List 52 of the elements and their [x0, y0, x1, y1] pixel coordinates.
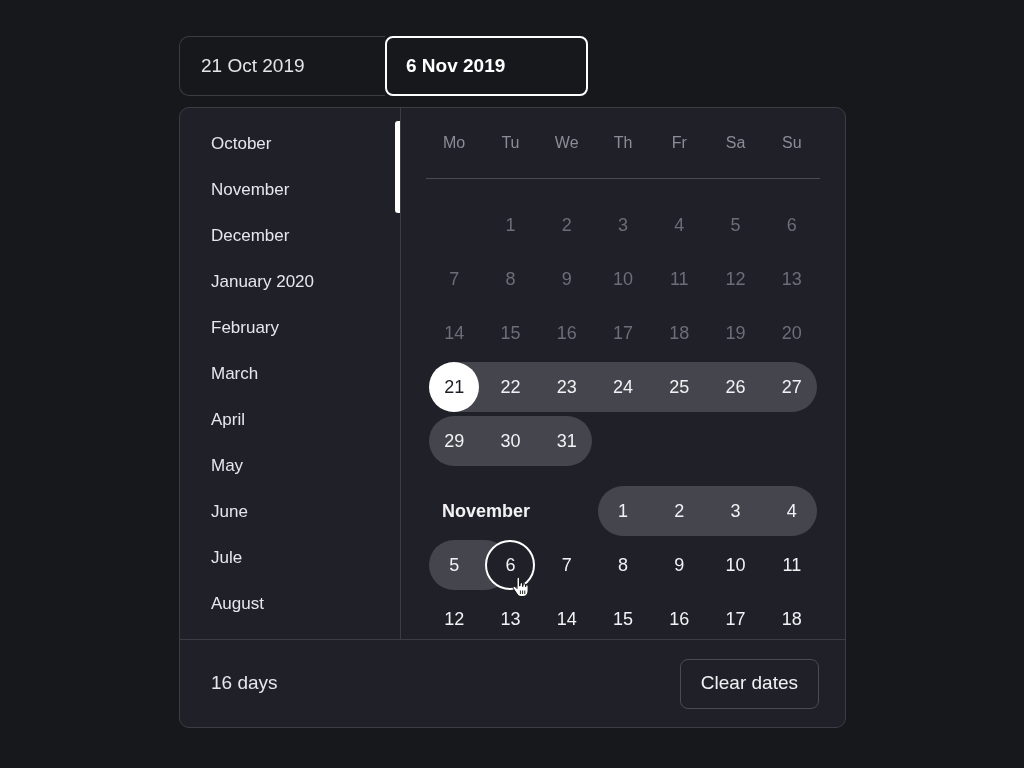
month-list-item[interactable]: August — [211, 591, 264, 617]
clear-dates-button[interactable]: Clear dates — [679, 658, 819, 709]
weekday-label: Mo — [443, 133, 466, 153]
day-button[interactable]: 13 — [485, 594, 536, 639]
weekday-label: Th — [613, 133, 633, 153]
day-button[interactable]: 9 — [654, 540, 705, 590]
duration-label: 16 days — [211, 671, 278, 696]
month-list-item[interactable]: June — [211, 499, 248, 525]
month-list-item[interactable]: October — [211, 131, 272, 157]
day-button[interactable]: 31 — [541, 416, 592, 466]
weekday-label: Sa — [725, 133, 746, 153]
day-button[interactable]: 16 — [654, 594, 705, 639]
end-date-field[interactable]: 6 Nov 2019 — [385, 36, 588, 96]
weekday-label: We — [554, 133, 579, 153]
start-date-field[interactable]: 21 Oct 2019 — [179, 36, 385, 96]
scrollbar-thumb[interactable] — [395, 121, 400, 213]
month-list-item[interactable]: April — [211, 407, 245, 433]
day-button[interactable]: 29 — [429, 416, 480, 466]
day-button[interactable]: 23 — [541, 362, 592, 412]
weekday-label: Fr — [671, 133, 687, 153]
day-button[interactable]: 21 — [429, 362, 480, 412]
day-button[interactable]: 30 — [485, 416, 536, 466]
month-list-item[interactable]: March — [211, 361, 259, 387]
day-button[interactable]: 18 — [766, 594, 817, 639]
weekday-label: Tu — [501, 133, 520, 153]
month-list-item[interactable]: February — [211, 315, 280, 341]
hand-cursor-icon — [512, 577, 530, 598]
day-button[interactable]: 26 — [710, 362, 761, 412]
weekday-label: Su — [782, 133, 802, 153]
day-button[interactable]: 2 — [654, 486, 705, 536]
month-list-item[interactable]: May — [211, 453, 244, 479]
day-button[interactable]: 22 — [485, 362, 536, 412]
day-button[interactable]: 5 — [429, 540, 480, 590]
day-button[interactable]: 11 — [766, 540, 817, 590]
day-button[interactable]: 4 — [766, 486, 817, 536]
day-button[interactable]: 8 — [598, 540, 648, 590]
day-button[interactable]: 10 — [710, 540, 761, 590]
day-button[interactable]: 7 — [541, 540, 592, 590]
day-button[interactable]: 14 — [541, 594, 592, 639]
day-button[interactable]: 1 — [598, 486, 648, 536]
month-list-item[interactable]: December — [211, 223, 290, 249]
month-list-item[interactable]: Jule — [211, 545, 243, 571]
day-button[interactable]: 25 — [654, 362, 705, 412]
month-heading: November — [442, 499, 531, 523]
day-button[interactable]: 15 — [598, 594, 648, 639]
day-button[interactable]: 3 — [710, 486, 761, 536]
day-button[interactable]: 17 — [710, 594, 761, 639]
day-button[interactable]: 12 — [429, 594, 480, 639]
day-button[interactable]: 27 — [766, 362, 817, 412]
month-list-item[interactable]: January 2020 — [211, 269, 315, 295]
month-list-item[interactable]: November — [211, 177, 290, 203]
day-button[interactable]: 24 — [598, 362, 648, 412]
